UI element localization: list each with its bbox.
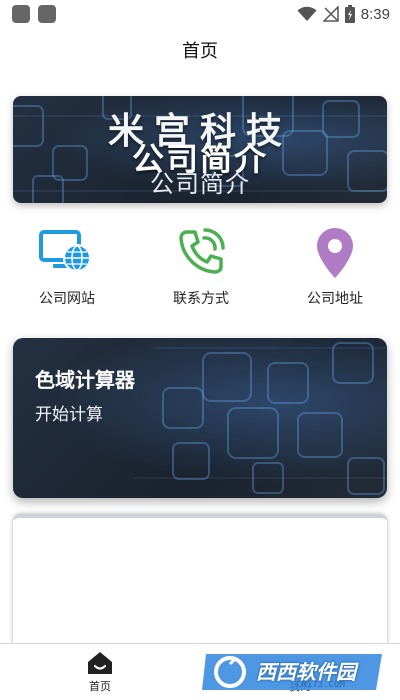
nav-home-label: 首页	[89, 680, 111, 693]
quick-link-label: 公司网站	[39, 291, 95, 307]
battery-icon	[344, 5, 355, 23]
calculator-title: 色域计算器	[35, 368, 135, 392]
phone-call-icon	[179, 228, 225, 274]
watermark-logo: 西西软件园 CR173.COM	[200, 650, 388, 694]
no-signal-icon	[322, 6, 339, 22]
wifi-icon	[297, 6, 317, 21]
quick-link-address[interactable]: 公司地址	[275, 224, 395, 308]
quick-link-contact[interactable]: 联系方式	[141, 224, 261, 308]
start-calculation-link[interactable]: 开始计算	[35, 400, 103, 425]
notification-square-icon	[38, 5, 56, 23]
notification-square-icon	[12, 5, 30, 23]
quick-link-label: 公司地址	[307, 291, 363, 307]
title-bar: 首页	[0, 30, 400, 70]
location-pin-icon	[317, 228, 353, 278]
banner-subtitle-small: 公司简介	[150, 170, 250, 198]
content-card	[13, 514, 387, 654]
quick-link-website[interactable]: 公司网站	[7, 224, 127, 308]
status-bar: 8:39	[0, 0, 400, 28]
color-gamut-calculator-card[interactable]: 色域计算器 开始计算	[13, 338, 387, 498]
quick-link-label: 联系方式	[173, 291, 229, 307]
company-intro-banner[interactable]: 米宫科技 公司简介 公司简介	[13, 96, 387, 203]
home-icon	[88, 652, 112, 674]
website-monitor-icon	[39, 230, 91, 272]
nav-home-tab[interactable]: 首页	[70, 650, 130, 694]
clock: 8:39	[360, 5, 390, 23]
quick-links: 公司网站 联系方式 公司地址	[0, 224, 400, 314]
watermark-url: CR173.COM	[296, 680, 345, 690]
page-title: 首页	[182, 41, 218, 62]
